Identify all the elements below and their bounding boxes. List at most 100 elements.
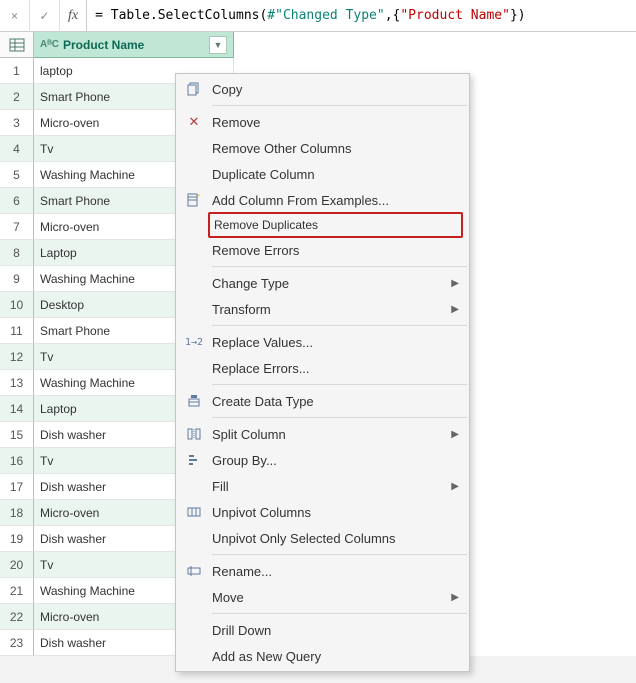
row-number[interactable]: 8 (0, 240, 34, 266)
menu-fill[interactable]: Fill ▶ (176, 473, 469, 499)
chevron-down-icon: ▼ (214, 40, 223, 50)
menu-label: Fill (212, 479, 451, 494)
table-icon (9, 37, 25, 53)
menu-label: Unpivot Columns (212, 505, 459, 520)
menu-label: Replace Errors... (212, 361, 459, 376)
menu-separator (212, 266, 467, 267)
row-number[interactable]: 19 (0, 526, 34, 552)
remove-icon: ✕ (176, 114, 212, 130)
text-type-icon: AᴮC (40, 39, 59, 50)
formula-input[interactable]: = Table.SelectColumns(#"Changed Type",{"… (87, 0, 636, 31)
menu-label: Transform (212, 302, 451, 317)
menu-label: Drill Down (212, 623, 459, 638)
row-number[interactable]: 23 (0, 630, 34, 656)
check-icon: ✓ (39, 9, 49, 23)
row-number[interactable]: 17 (0, 474, 34, 500)
row-number[interactable]: 3 (0, 110, 34, 136)
menu-remove-other-columns[interactable]: Remove Other Columns (176, 135, 469, 161)
menu-separator (212, 384, 467, 385)
menu-label: Remove Duplicates (214, 218, 461, 232)
row-number[interactable]: 4 (0, 136, 34, 162)
fx-label: fx (60, 0, 87, 31)
menu-transform[interactable]: Transform ▶ (176, 296, 469, 322)
menu-unpivot-selected[interactable]: Unpivot Only Selected Columns (176, 525, 469, 551)
menu-copy[interactable]: Copy (176, 76, 469, 102)
menu-label: Rename... (212, 564, 459, 579)
menu-label: Unpivot Only Selected Columns (212, 531, 459, 546)
menu-create-data-type[interactable]: Create Data Type (176, 388, 469, 414)
column-header[interactable]: AᴮC Product Name ▼ (34, 32, 234, 58)
formula-bar: × ✓ fx = Table.SelectColumns(#"Changed T… (0, 0, 636, 32)
menu-duplicate-column[interactable]: Duplicate Column (176, 161, 469, 187)
menu-separator (212, 554, 467, 555)
column-filter-button[interactable]: ▼ (209, 36, 227, 54)
chevron-right-icon: ▶ (451, 304, 459, 315)
examples-icon (176, 193, 212, 207)
menu-label: Change Type (212, 276, 451, 291)
chevron-right-icon: ▶ (451, 592, 459, 603)
column-name: Product Name (63, 38, 205, 52)
x-icon: × (11, 9, 18, 23)
menu-remove-duplicates[interactable]: Remove Duplicates (208, 212, 463, 238)
menu-add-column-from-examples[interactable]: Add Column From Examples... (176, 187, 469, 213)
menu-label: Replace Values... (212, 335, 459, 350)
menu-replace-values[interactable]: 1→2 Replace Values... (176, 329, 469, 355)
menu-label: Add as New Query (212, 649, 459, 664)
menu-remove[interactable]: ✕ Remove (176, 109, 469, 135)
menu-separator (212, 613, 467, 614)
row-number[interactable]: 13 (0, 370, 34, 396)
menu-move[interactable]: Move ▶ (176, 584, 469, 610)
menu-remove-errors[interactable]: Remove Errors (176, 237, 469, 263)
formula-text: ,{ (385, 8, 401, 23)
menu-separator (212, 417, 467, 418)
formula-text: = Table.SelectColumns( (95, 8, 267, 23)
menu-drill-down[interactable]: Drill Down (176, 617, 469, 643)
menu-add-as-new-query[interactable]: Add as New Query (176, 643, 469, 669)
chevron-right-icon: ▶ (451, 429, 459, 440)
menu-label: Remove (212, 115, 459, 130)
row-number[interactable]: 16 (0, 448, 34, 474)
row-number[interactable]: 9 (0, 266, 34, 292)
menu-rename[interactable]: Rename... (176, 558, 469, 584)
row-number[interactable]: 11 (0, 318, 34, 344)
cancel-button[interactable]: × (0, 0, 30, 32)
row-number[interactable]: 22 (0, 604, 34, 630)
data-type-icon (176, 394, 212, 408)
menu-label: Copy (212, 82, 459, 97)
split-icon (176, 427, 212, 441)
formula-ref: #"Changed Type" (267, 8, 384, 23)
menu-label: Remove Other Columns (212, 141, 459, 156)
row-number[interactable]: 20 (0, 552, 34, 578)
row-number[interactable]: 10 (0, 292, 34, 318)
menu-change-type[interactable]: Change Type ▶ (176, 270, 469, 296)
row-number[interactable]: 15 (0, 422, 34, 448)
group-icon (176, 453, 212, 467)
menu-group-by[interactable]: Group By... (176, 447, 469, 473)
menu-label: Remove Errors (212, 243, 459, 258)
replace-icon: 1→2 (176, 337, 212, 348)
chevron-right-icon: ▶ (451, 278, 459, 289)
menu-unpivot-columns[interactable]: Unpivot Columns (176, 499, 469, 525)
menu-label: Duplicate Column (212, 167, 459, 182)
row-number[interactable]: 21 (0, 578, 34, 604)
chevron-right-icon: ▶ (451, 481, 459, 492)
copy-icon (176, 82, 212, 96)
select-all-button[interactable] (0, 32, 34, 58)
accept-button[interactable]: ✓ (30, 0, 60, 32)
row-number[interactable]: 18 (0, 500, 34, 526)
menu-separator (212, 325, 467, 326)
row-number[interactable]: 1 (0, 58, 34, 84)
row-number[interactable]: 6 (0, 188, 34, 214)
menu-split-column[interactable]: Split Column ▶ (176, 421, 469, 447)
menu-label: Add Column From Examples... (212, 193, 459, 208)
row-number[interactable]: 12 (0, 344, 34, 370)
menu-label: Move (212, 590, 451, 605)
formula-string: "Product Name" (400, 8, 510, 23)
row-number[interactable]: 2 (0, 84, 34, 110)
row-number-column: 1234567891011121314151617181920212223 (0, 32, 34, 656)
menu-replace-errors[interactable]: Replace Errors... (176, 355, 469, 381)
menu-label: Split Column (212, 427, 451, 442)
row-number[interactable]: 14 (0, 396, 34, 422)
row-number[interactable]: 7 (0, 214, 34, 240)
row-number[interactable]: 5 (0, 162, 34, 188)
